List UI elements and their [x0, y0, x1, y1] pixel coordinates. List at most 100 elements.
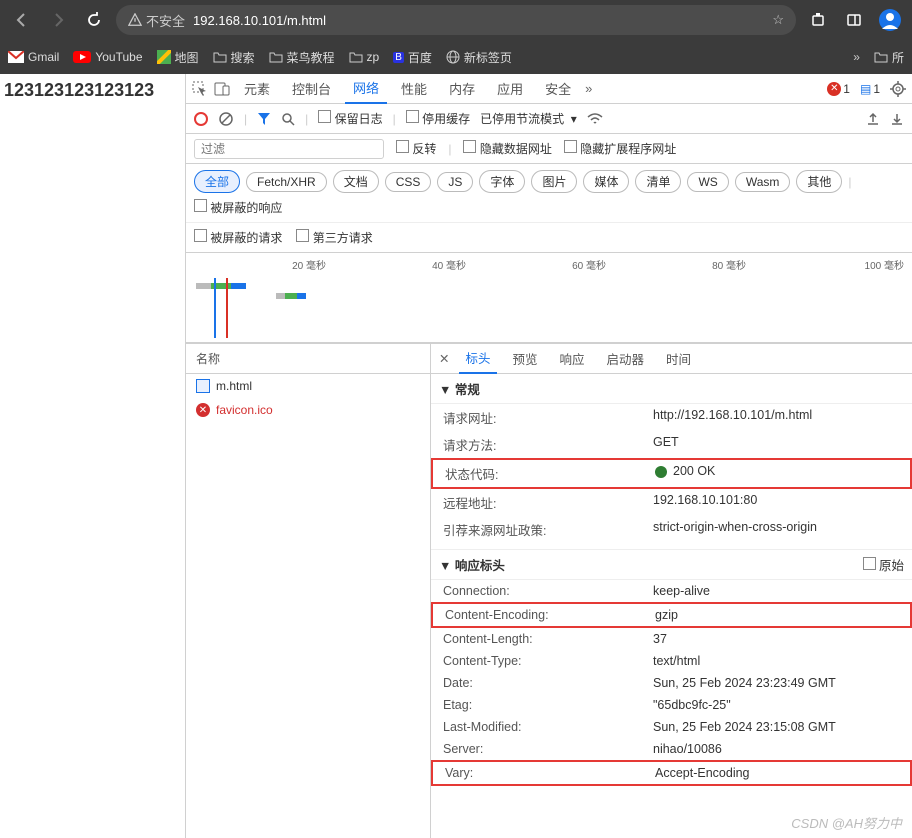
close-detail-icon[interactable]: ✕	[439, 351, 449, 366]
bookmark-zp[interactable]: zp	[349, 50, 380, 64]
response-header-row: Vary:Accept-Encoding	[431, 760, 912, 786]
network-extra-filters: 被屏蔽的请求 第三方请求	[186, 223, 912, 253]
general-section-header[interactable]: ▼ 常规	[431, 374, 912, 404]
type-ws[interactable]: WS	[687, 172, 728, 192]
hide-data-url-checkbox[interactable]: 隐藏数据网址	[463, 140, 551, 157]
type-js[interactable]: JS	[437, 172, 473, 192]
youtube-icon	[73, 51, 91, 63]
request-item-mhtml[interactable]: m.html	[186, 374, 430, 398]
security-badge: 不安全	[128, 11, 185, 30]
type-wasm[interactable]: Wasm	[735, 172, 791, 192]
folder-icon	[874, 51, 888, 63]
preserve-log-checkbox[interactable]: 保留日志	[318, 110, 382, 127]
devtools-tab-bar: 元素 控制台 网络 性能 内存 应用 安全 » ✕1 ▤1	[186, 74, 912, 104]
blocked-response-checkbox[interactable]: 被屏蔽的响应	[194, 199, 282, 216]
tab-application[interactable]: 应用	[489, 74, 531, 104]
raw-checkbox[interactable]: 原始	[863, 555, 905, 574]
detail-tab-headers[interactable]: 标头	[459, 344, 496, 374]
bookmark-youtube[interactable]: YouTube	[73, 50, 142, 64]
invert-checkbox[interactable]: 反转	[396, 140, 436, 157]
bookmark-folder-all[interactable]: 所	[874, 49, 904, 66]
tab-network[interactable]: 网络	[345, 74, 387, 104]
type-css[interactable]: CSS	[385, 172, 432, 192]
tab-performance[interactable]: 性能	[393, 74, 435, 104]
throttle-select[interactable]: 已停用节流模式 ▾	[480, 110, 577, 127]
network-timeline[interactable]: 20 毫秒 40 毫秒 60 毫秒 80 毫秒 100 毫秒	[186, 253, 912, 343]
browser-nav-bar: 不安全 192.168.10.101/m.html ☆	[0, 0, 912, 40]
bookmark-gmail[interactable]: Gmail	[8, 50, 59, 64]
bookmark-maps[interactable]: 地图	[157, 49, 199, 66]
response-header-row: Content-Type:text/html	[431, 650, 912, 672]
response-header-row: Content-Encoding:gzip	[431, 602, 912, 628]
bookmark-runoob[interactable]: 菜鸟教程	[269, 49, 335, 66]
type-manifest[interactable]: 清单	[635, 170, 681, 193]
url-text: 192.168.10.101/m.html	[193, 13, 326, 28]
wifi-icon[interactable]	[587, 113, 603, 125]
search-icon[interactable]	[281, 112, 295, 126]
forward-button[interactable]	[44, 6, 72, 34]
record-button[interactable]	[194, 112, 208, 126]
tab-memory[interactable]: 内存	[441, 74, 483, 104]
overflow-icon[interactable]: »	[853, 50, 860, 64]
blocked-request-checkbox[interactable]: 被屏蔽的请求	[194, 229, 282, 246]
bookmark-newtab[interactable]: 新标签页	[446, 49, 512, 66]
error-count-badge[interactable]: ✕1	[827, 82, 850, 96]
more-tabs-icon[interactable]: »	[585, 81, 592, 96]
filter-icon[interactable]	[257, 112, 271, 126]
folder-icon	[269, 51, 283, 63]
general-row: 远程地址:192.168.10.101:80	[431, 489, 912, 516]
reload-button[interactable]	[80, 6, 108, 34]
bookmark-baidu[interactable]: B百度	[393, 49, 432, 66]
type-other[interactable]: 其他	[796, 170, 842, 193]
hide-ext-url-checkbox[interactable]: 隐藏扩展程序网址	[564, 140, 676, 157]
inspect-icon[interactable]	[192, 81, 208, 97]
watermark: CSDN @AH努力中	[791, 813, 902, 832]
upload-icon[interactable]	[866, 112, 880, 126]
network-filter-row: 反转 | 隐藏数据网址 隐藏扩展程序网址	[186, 134, 912, 164]
extensions-icon[interactable]	[804, 6, 832, 34]
device-icon[interactable]	[214, 82, 230, 96]
detail-tab-response[interactable]: 响应	[554, 344, 591, 374]
third-party-checkbox[interactable]: 第三方请求	[296, 229, 372, 246]
star-icon[interactable]: ☆	[772, 12, 784, 28]
download-icon[interactable]	[890, 112, 904, 126]
type-all[interactable]: 全部	[194, 170, 240, 193]
folder-icon	[213, 51, 227, 63]
bookmark-search[interactable]: 搜索	[213, 49, 255, 66]
general-row: 请求方法:GET	[431, 431, 912, 458]
warning-icon	[128, 13, 142, 27]
filter-input[interactable]	[194, 139, 384, 159]
detail-tab-initiator[interactable]: 启动器	[601, 344, 651, 374]
type-font[interactable]: 字体	[479, 170, 525, 193]
sidepanel-icon[interactable]	[840, 6, 868, 34]
document-icon	[196, 379, 210, 393]
clear-button[interactable]	[218, 111, 234, 127]
general-row: 引荐来源网址政策:strict-origin-when-cross-origin	[431, 516, 912, 543]
disable-cache-checkbox[interactable]: 停用缓存	[406, 110, 470, 127]
response-header-row: Etag:"65dbc9fc-25"	[431, 694, 912, 716]
waterfall-bar	[196, 283, 246, 289]
tab-elements[interactable]: 元素	[236, 74, 278, 104]
tab-security[interactable]: 安全	[537, 74, 579, 104]
back-button[interactable]	[8, 6, 36, 34]
type-doc[interactable]: 文档	[333, 170, 379, 193]
detail-tab-bar: ✕ 标头 预览 响应 启动器 时间	[431, 344, 912, 374]
type-media[interactable]: 媒体	[583, 170, 629, 193]
url-bar[interactable]: 不安全 192.168.10.101/m.html ☆	[116, 5, 796, 35]
settings-icon[interactable]	[890, 81, 906, 97]
type-img[interactable]: 图片	[531, 170, 577, 193]
response-header-row: Content-Length:37	[431, 628, 912, 650]
info-count-badge[interactable]: ▤1	[860, 82, 880, 96]
detail-tab-preview[interactable]: 预览	[507, 344, 544, 374]
type-fetch[interactable]: Fetch/XHR	[246, 172, 327, 192]
response-headers-header[interactable]: ▼ 响应标头	[439, 555, 505, 574]
network-toolbar: | | 保留日志 | 停用缓存 已停用节流模式 ▾	[186, 104, 912, 134]
request-list: 名称 m.html ✕favicon.ico	[186, 344, 431, 838]
request-item-favicon[interactable]: ✕favicon.ico	[186, 398, 430, 422]
response-header-row: Last-Modified:Sun, 25 Feb 2024 23:15:08 …	[431, 716, 912, 738]
devtools-panel: 元素 控制台 网络 性能 内存 应用 安全 » ✕1 ▤1 | | 保留日志 |…	[185, 74, 912, 838]
tab-console[interactable]: 控制台	[284, 74, 339, 104]
profile-icon[interactable]	[876, 6, 904, 34]
detail-tab-timing[interactable]: 时间	[660, 344, 697, 374]
globe-icon	[446, 50, 460, 64]
